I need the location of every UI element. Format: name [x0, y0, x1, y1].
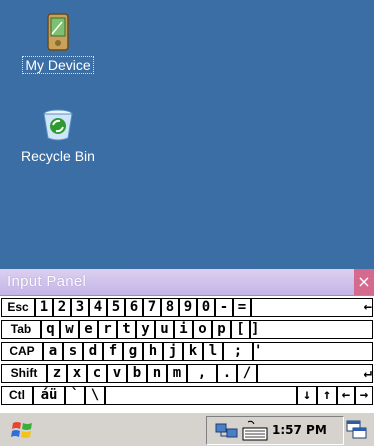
key-f[interactable]: f [103, 342, 123, 361]
input-panel: Input Panel × Esc 1 2 3 4 5 6 7 8 9 0 - … [0, 269, 374, 412]
key-esc[interactable]: Esc [1, 298, 35, 317]
key-j[interactable]: j [163, 342, 183, 361]
keyboard-row-1: Esc 1 2 3 4 5 6 7 8 9 0 - = ← [0, 298, 374, 317]
key-caps[interactable]: CAP [1, 342, 43, 361]
input-panel-titlebar[interactable]: Input Panel × [0, 269, 374, 296]
keyboard-row-4: Shift z x c v b n m , . / ↵ [0, 364, 374, 383]
desktop: My Device Recycle Bin [0, 0, 374, 269]
key-period[interactable]: . [217, 364, 237, 383]
key-7[interactable]: 7 [143, 298, 161, 317]
key-i[interactable]: i [174, 320, 193, 339]
key-b[interactable]: b [127, 364, 147, 383]
my-device-shortcut[interactable]: My Device [8, 12, 108, 74]
key-s[interactable]: s [63, 342, 83, 361]
key-e[interactable]: e [79, 320, 98, 339]
key-backslash[interactable]: \ [85, 386, 105, 405]
key-2[interactable]: 2 [53, 298, 71, 317]
key-quote[interactable]: ' [253, 342, 373, 361]
key-u[interactable]: u [155, 320, 174, 339]
key-g[interactable]: g [123, 342, 143, 361]
key-right-bracket[interactable]: ] [250, 320, 373, 339]
key-5[interactable]: 5 [107, 298, 125, 317]
input-panel-title: Input Panel [7, 273, 87, 290]
keyboard-icon[interactable] [242, 420, 268, 446]
key-backspace[interactable]: ← [251, 298, 373, 317]
key-left-bracket[interactable]: [ [231, 320, 250, 339]
key-4[interactable]: 4 [89, 298, 107, 317]
key-backtick[interactable]: ` [65, 386, 85, 405]
window-switch-icon[interactable] [346, 419, 368, 441]
my-device-label: My Device [22, 56, 94, 74]
key-d[interactable]: d [83, 342, 103, 361]
keyboard-row-5: Ctl áü ` \ ↓ ↑ ← → [0, 386, 374, 405]
taskbar: 1:57 PM [0, 412, 374, 446]
key-k[interactable]: k [183, 342, 203, 361]
keyboard-row-3: CAP a s d f g h j k l ; ' [0, 342, 374, 361]
key-right[interactable]: → [355, 386, 373, 405]
recycle-bin-shortcut[interactable]: Recycle Bin [6, 108, 110, 164]
key-t[interactable]: t [117, 320, 136, 339]
key-y[interactable]: y [136, 320, 155, 339]
key-up[interactable]: ↑ [317, 386, 337, 405]
key-l[interactable]: l [203, 342, 223, 361]
key-z[interactable]: z [47, 364, 67, 383]
key-minus[interactable]: - [215, 298, 233, 317]
key-down[interactable]: ↓ [297, 386, 317, 405]
my-device-icon [8, 12, 108, 56]
key-left[interactable]: ← [337, 386, 355, 405]
key-3[interactable]: 3 [71, 298, 89, 317]
system-tray: 1:57 PM [206, 416, 344, 445]
windows-flag-icon[interactable] [10, 419, 36, 441]
key-q[interactable]: q [41, 320, 60, 339]
key-tab[interactable]: Tab [1, 320, 41, 339]
keyboard-row-2: Tab q w e r t y u i o p [ ] [0, 320, 374, 339]
key-6[interactable]: 6 [125, 298, 143, 317]
key-slash[interactable]: / [237, 364, 257, 383]
key-enter[interactable]: ↵ [257, 364, 373, 383]
key-shift[interactable]: Shift [1, 364, 47, 383]
key-v[interactable]: v [107, 364, 127, 383]
soft-keyboard: Esc 1 2 3 4 5 6 7 8 9 0 - = ← Tab q w e … [0, 296, 374, 412]
key-8[interactable]: 8 [161, 298, 179, 317]
key-comma[interactable]: , [187, 364, 217, 383]
key-equals[interactable]: = [233, 298, 251, 317]
key-o[interactable]: o [193, 320, 212, 339]
key-1[interactable]: 1 [35, 298, 53, 317]
key-h[interactable]: h [143, 342, 163, 361]
clock[interactable]: 1:57 PM [272, 423, 327, 437]
recycle-bin-label: Recycle Bin [21, 148, 95, 164]
recycle-bin-icon [6, 108, 110, 144]
key-w[interactable]: w [60, 320, 79, 339]
key-m[interactable]: m [167, 364, 187, 383]
key-n[interactable]: n [147, 364, 167, 383]
key-x[interactable]: x [67, 364, 87, 383]
key-a[interactable]: a [43, 342, 63, 361]
key-c[interactable]: c [87, 364, 107, 383]
key-r[interactable]: r [98, 320, 117, 339]
close-icon[interactable]: × [354, 269, 374, 295]
key-ctrl[interactable]: Ctl [1, 386, 33, 405]
key-semicolon[interactable]: ; [223, 342, 253, 361]
key-9[interactable]: 9 [179, 298, 197, 317]
key-space[interactable] [105, 386, 297, 405]
key-0[interactable]: 0 [197, 298, 215, 317]
key-p[interactable]: p [212, 320, 231, 339]
network-icon[interactable] [215, 422, 239, 444]
key-intl[interactable]: áü [33, 386, 65, 405]
